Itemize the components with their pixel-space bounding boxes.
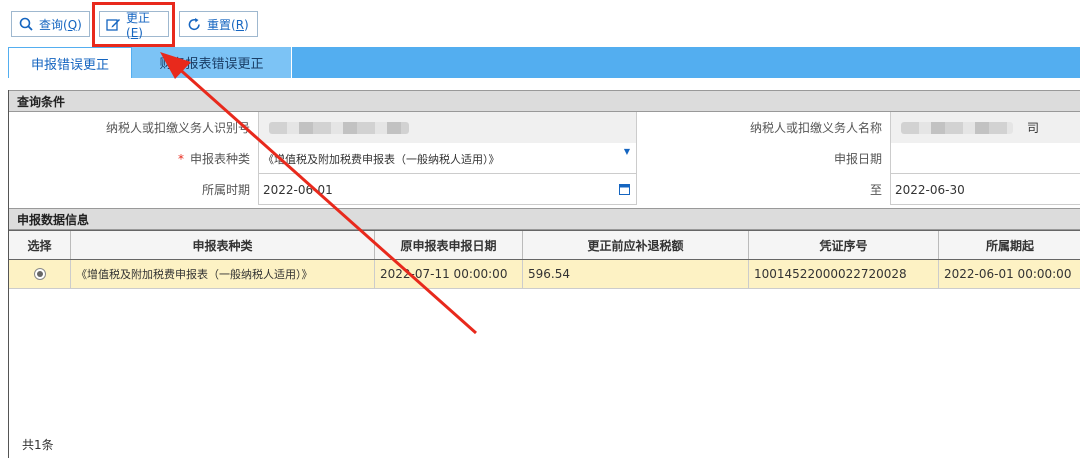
redacted-value	[269, 121, 409, 134]
query-row-report-type: * 申报表种类 《增值税及附加税费申报表（一般纳税人适用）》 ▼ 申报日期	[9, 143, 1080, 174]
search-icon	[18, 16, 34, 32]
report-type-value: 《增值税及附加税费申报表（一般纳税人适用）》	[263, 152, 500, 166]
taxpayer-id-field[interactable]	[259, 112, 637, 143]
column-header: 原申报表申报日期	[375, 231, 523, 259]
record-count: 共1条	[22, 438, 54, 452]
query-row-period: 所属时期 2022-06-01 至 2022-06-30	[9, 174, 1080, 205]
required-asterisk: *	[177, 151, 184, 166]
page: 查询(Q) 更正(E) 重置(R) 申报错误更正 财务报表错误更正 查询条件 纳…	[0, 0, 1080, 458]
report-type-label-cell: * 申报表种类	[9, 143, 259, 174]
cell-voucher-no: 10014522000022720028	[749, 260, 939, 288]
period-from-field[interactable]: 2022-06-01	[259, 174, 637, 205]
declare-date-label: 申报日期	[637, 143, 891, 174]
taxpayer-name-label: 纳税人或扣缴义务人名称	[637, 112, 891, 143]
data-section-title: 申报数据信息	[9, 208, 1080, 230]
cell-period-start: 2022-06-01 00:00:00	[944, 267, 1072, 281]
tab-declaration-correction[interactable]: 申报错误更正	[8, 47, 132, 78]
report-type-select[interactable]: 《增值税及附加税费申报表（一般纳税人适用）》 ▼	[259, 143, 637, 174]
column-header: 申报表种类	[71, 231, 375, 259]
taxpayer-id-label: 纳税人或扣缴义务人识别号	[9, 112, 259, 143]
column-header: 凭证序号	[749, 231, 939, 259]
refresh-icon	[186, 16, 202, 32]
period-to-value: 2022-06-30	[895, 182, 965, 197]
column-header: 选择	[9, 231, 71, 259]
period-from-value: 2022-06-01	[263, 182, 333, 197]
calendar-icon[interactable]	[619, 183, 630, 198]
taxpayer-name-field[interactable]: 司	[891, 112, 1080, 143]
reset-button-label: 重置(R)	[207, 17, 249, 32]
toolbar: 查询(Q) 更正(E) 重置(R)	[0, 0, 1080, 47]
taxpayer-name-suffix: 司	[1027, 121, 1040, 135]
table-row[interactable]: 《增值税及附加税费申报表（一般纳税人适用）》 2022-07-11 00:00:…	[9, 260, 1080, 289]
period-to-field[interactable]: 2022-06-30	[891, 174, 1080, 205]
annotation-highlight-box	[92, 2, 175, 47]
cell-orig-date: 2022-07-11 00:00:00	[375, 260, 523, 288]
query-button[interactable]: 查询(Q)	[11, 11, 90, 37]
query-section: 查询条件 纳税人或扣缴义务人识别号 纳税人或扣缴义务人名称 司 * 申报表种类 …	[8, 90, 1080, 208]
row-radio-button[interactable]	[33, 268, 46, 280]
query-section-title: 查询条件	[9, 90, 1080, 112]
declare-date-field[interactable]	[891, 143, 1080, 174]
cell-tax-before: 596.54	[523, 260, 749, 288]
period-to-label: 至	[637, 174, 891, 205]
column-header: 更正前应补退税额	[523, 231, 749, 259]
report-type-label: 申报表种类	[189, 152, 250, 166]
cell-report-type: 《增值税及附加税费申报表（一般纳税人适用）》	[71, 260, 375, 288]
tab-financial-report-correction[interactable]: 财务报表错误更正	[132, 47, 292, 78]
data-section: 申报数据信息 选择 申报表种类 原申报表申报日期 更正前应补退税额 凭证序号 所…	[8, 208, 1080, 458]
query-button-label: 查询(Q)	[39, 17, 82, 32]
period-label: 所属时期	[9, 174, 259, 205]
column-header: 所属期起	[985, 238, 1034, 253]
tab-bar: 申报错误更正 财务报表错误更正	[8, 47, 1080, 78]
table-header: 选择 申报表种类 原申报表申报日期 更正前应补退税额 凭证序号 所属期起	[9, 230, 1080, 260]
reset-button[interactable]: 重置(R)	[179, 11, 258, 37]
row-select-cell	[9, 260, 71, 288]
dropdown-arrow-icon[interactable]: ▼	[624, 147, 630, 156]
query-row-taxpayer: 纳税人或扣缴义务人识别号 纳税人或扣缴义务人名称 司	[9, 112, 1080, 143]
redacted-value	[901, 121, 1013, 134]
